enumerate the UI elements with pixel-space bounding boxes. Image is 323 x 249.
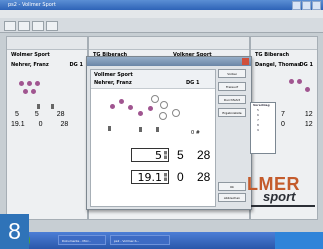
menu-bar: [0, 10, 323, 18]
tool-button-2[interactable]: [18, 21, 30, 31]
right-panel-header: [251, 37, 317, 50]
pin-empty: [151, 95, 159, 103]
ok-button[interactable]: Ok: [218, 182, 246, 191]
tool-button-3[interactable]: [32, 21, 44, 31]
dialog-header-name: Nehrer, Franz: [94, 80, 132, 86]
pin-icon: [156, 127, 159, 132]
pin-dot: [31, 89, 36, 94]
left-panel-row-2: 19.1 0 28: [11, 121, 69, 128]
window-title: ps2 - Vollmer Sport: [8, 2, 56, 8]
count-field-2[interactable]: 19.1: [131, 170, 169, 184]
right-panel-row-1: 7 12: [281, 111, 313, 118]
points-2: 28: [197, 170, 211, 184]
pin-dot: [148, 106, 153, 111]
left-panel-subtitle: Wolmer Sport: [11, 52, 50, 58]
left-panel-club: DG 1: [69, 62, 83, 68]
pin-dot: [138, 111, 143, 116]
pin-dot: [35, 81, 40, 86]
popup-item[interactable]: 9: [251, 128, 275, 133]
pin-dot: [27, 81, 32, 86]
tool-button-1[interactable]: [4, 21, 16, 31]
pin-dot: [289, 79, 294, 84]
right-panel-row-2: 0 12: [281, 121, 313, 128]
value-2: 0: [177, 170, 184, 184]
cancel-button[interactable]: Abbrechen: [218, 193, 246, 202]
taskbar-item-ps2[interactable]: ps2 - Vollmer-S...: [110, 235, 170, 245]
middle-panel-header: [89, 37, 249, 50]
tool-button-4[interactable]: [46, 21, 58, 31]
right-panel-club: DG 1: [299, 62, 313, 68]
pin-dot: [23, 89, 28, 94]
taskbar: Dokumente - Micr... ps2 - Vollmer-S...: [0, 232, 323, 249]
points-1: 28: [197, 148, 211, 162]
left-panel-header: [7, 37, 87, 50]
minimize-icon[interactable]: [292, 1, 301, 10]
right-panel-name: Dangel, Thomas DG 1: [255, 62, 313, 68]
app-screen: ps2 - Vollmer Sport Wolmer Sport Nehrer,…: [0, 0, 323, 249]
dialog-content: Vollmer Sport Nehrer, Franz DG 1 0 # 5 5…: [90, 69, 216, 207]
ergebnisliste-button[interactable]: Ergebnisliste: [218, 108, 246, 117]
pin-dot: [110, 104, 115, 109]
pin-dot: [297, 79, 302, 84]
pin-dot: [305, 87, 310, 92]
left-panel-row-1: 5 5 28: [15, 111, 65, 118]
freiwurf-button[interactable]: Freiwurf: [218, 82, 246, 91]
durchfahrt-button[interactable]: Durchfahrt: [218, 95, 246, 104]
suggestion-popup: Vorschlag 5 6 7 8 9: [250, 102, 276, 154]
pin-empty: [172, 109, 180, 117]
brand-underline: [251, 205, 315, 207]
pin-icon: [51, 104, 54, 109]
dialog-hash-label: 0 #: [191, 130, 200, 136]
pin-empty: [159, 112, 167, 120]
dialog-header: Vollmer Sport Nehrer, Franz DG 1: [91, 70, 215, 89]
pin-icon: [37, 104, 40, 109]
pin-empty: [160, 101, 168, 109]
taskbar-item-documents[interactable]: Dokumente - Micr...: [58, 235, 106, 245]
dialog-header-club: DG 1: [186, 80, 200, 86]
scoring-dialog: Vollmer Sport Nehrer, Franz DG 1 0 # 5 5…: [86, 56, 252, 210]
dialog-titlebar: [87, 57, 251, 66]
slide-number-badge: 8: [0, 214, 29, 249]
maximize-icon[interactable]: [302, 1, 311, 10]
value-1: 5: [177, 148, 184, 162]
window-titlebar: ps2 - Vollmer Sport: [0, 0, 323, 10]
brand-line2: sport: [263, 189, 296, 204]
close-icon[interactable]: [312, 1, 321, 10]
pin-dot: [19, 81, 24, 86]
pin-icon: [139, 127, 142, 132]
count-field-1[interactable]: 5: [131, 148, 169, 162]
dialog-close-icon[interactable]: [242, 58, 249, 65]
left-panel-name: Nehrer, Franz DG 1: [11, 62, 83, 68]
dialog-header-left: Vollmer Sport: [94, 72, 133, 78]
pin-dot: [128, 105, 133, 110]
pin-dot: [119, 99, 124, 104]
left-panel: Wolmer Sport Nehrer, Franz DG 1 5 5 28 1…: [6, 36, 88, 220]
toolbar: [0, 18, 323, 33]
vorbei-button[interactable]: Vorbei: [218, 69, 246, 78]
right-panel-title: TG Biberach: [255, 52, 290, 58]
system-tray: [275, 232, 323, 249]
pin-icon: [108, 126, 111, 131]
